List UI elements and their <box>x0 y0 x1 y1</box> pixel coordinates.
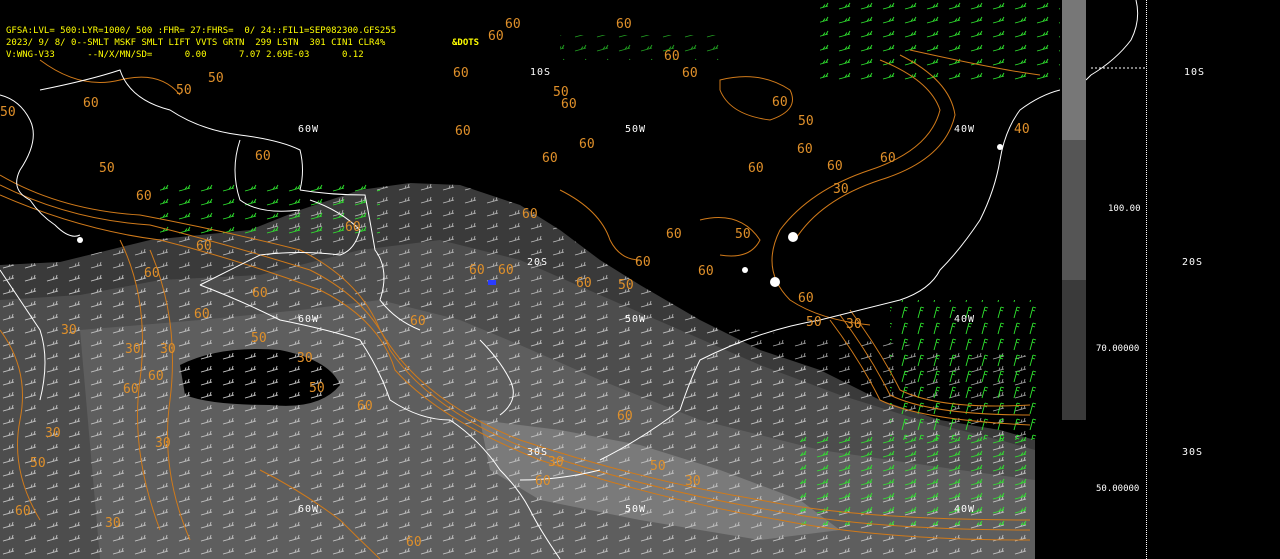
svg-text:60: 60 <box>635 255 651 270</box>
right-lat-label: 20S <box>1182 257 1204 268</box>
svg-text:30: 30 <box>155 436 171 451</box>
svg-text:60: 60 <box>561 97 577 112</box>
svg-text:30: 30 <box>833 182 849 197</box>
svg-text:60: 60 <box>698 264 714 279</box>
svg-text:30: 30 <box>548 455 564 470</box>
svg-text:60: 60 <box>488 29 504 44</box>
svg-text:60: 60 <box>15 504 31 519</box>
context-panel <box>1086 0 1146 81</box>
svg-text:60: 60 <box>357 399 373 414</box>
svg-text:60: 60 <box>410 314 426 329</box>
svg-text:60: 60 <box>455 124 471 139</box>
svg-text:60: 60 <box>469 263 485 278</box>
svg-text:60: 60 <box>345 220 361 235</box>
svg-text:50: 50 <box>176 83 192 98</box>
svg-text:60: 60 <box>748 161 764 176</box>
svg-text:50: 50 <box>650 459 666 474</box>
scale-label: 70.00000 <box>1096 344 1140 354</box>
svg-text:50: 50 <box>99 161 115 176</box>
right-lat-label: 30S <box>1182 447 1204 458</box>
color-scale-bar <box>1062 0 1086 420</box>
svg-text:30: 30 <box>160 342 176 357</box>
svg-text:60: 60 <box>576 276 592 291</box>
svg-text:30: 30 <box>297 351 313 366</box>
panel-divider <box>1146 0 1147 559</box>
svg-text:30: 30 <box>125 342 141 357</box>
svg-text:60: 60 <box>252 286 268 301</box>
scale-label: 50.00000 <box>1096 484 1140 494</box>
svg-text:60: 60 <box>542 151 558 166</box>
svg-text:60: 60 <box>453 66 469 81</box>
svg-text:60: 60 <box>798 291 814 306</box>
svg-text:60: 60 <box>522 207 538 222</box>
svg-text:60: 60 <box>682 66 698 81</box>
svg-text:60: 60 <box>827 159 843 174</box>
svg-text:60: 60 <box>772 95 788 110</box>
svg-text:60: 60 <box>83 96 99 111</box>
svg-text:60: 60 <box>123 382 139 397</box>
svg-text:50: 50 <box>309 381 325 396</box>
contour-value-labels: 60 60 6060 60 60 5050 6050 5060 6050 6060 … <box>0 17 1030 550</box>
svg-text:30: 30 <box>105 516 121 531</box>
svg-text:50: 50 <box>798 114 814 129</box>
scale-label: 100.00 <box>1108 204 1141 214</box>
svg-text:60: 60 <box>498 263 514 278</box>
svg-text:30: 30 <box>846 317 862 332</box>
svg-text:50: 50 <box>806 315 822 330</box>
svg-text:60: 60 <box>406 535 422 550</box>
svg-text:40: 40 <box>1014 122 1030 137</box>
svg-text:60: 60 <box>535 474 551 489</box>
svg-text:30: 30 <box>45 426 61 441</box>
svg-text:50: 50 <box>251 331 267 346</box>
svg-text:60: 60 <box>255 149 271 164</box>
svg-text:60: 60 <box>144 266 160 281</box>
svg-text:60: 60 <box>579 137 595 152</box>
svg-text:60: 60 <box>666 227 682 242</box>
svg-text:60: 60 <box>505 17 521 32</box>
svg-text:50: 50 <box>618 278 634 293</box>
svg-text:60: 60 <box>617 409 633 424</box>
svg-text:60: 60 <box>664 49 680 64</box>
svg-text:50: 50 <box>208 71 224 86</box>
svg-text:50: 50 <box>0 105 16 120</box>
svg-text:60: 60 <box>616 17 632 32</box>
svg-text:30: 30 <box>61 323 77 338</box>
svg-text:60: 60 <box>136 189 152 204</box>
svg-text:30: 30 <box>685 474 701 489</box>
svg-text:60: 60 <box>797 142 813 157</box>
svg-text:60: 60 <box>194 307 210 322</box>
svg-text:50: 50 <box>735 227 751 242</box>
right-lat-label: 10S <box>1184 67 1206 78</box>
svg-text:50: 50 <box>30 456 46 471</box>
svg-text:60: 60 <box>196 239 212 254</box>
svg-text:60: 60 <box>148 369 164 384</box>
svg-text:60: 60 <box>880 151 896 166</box>
